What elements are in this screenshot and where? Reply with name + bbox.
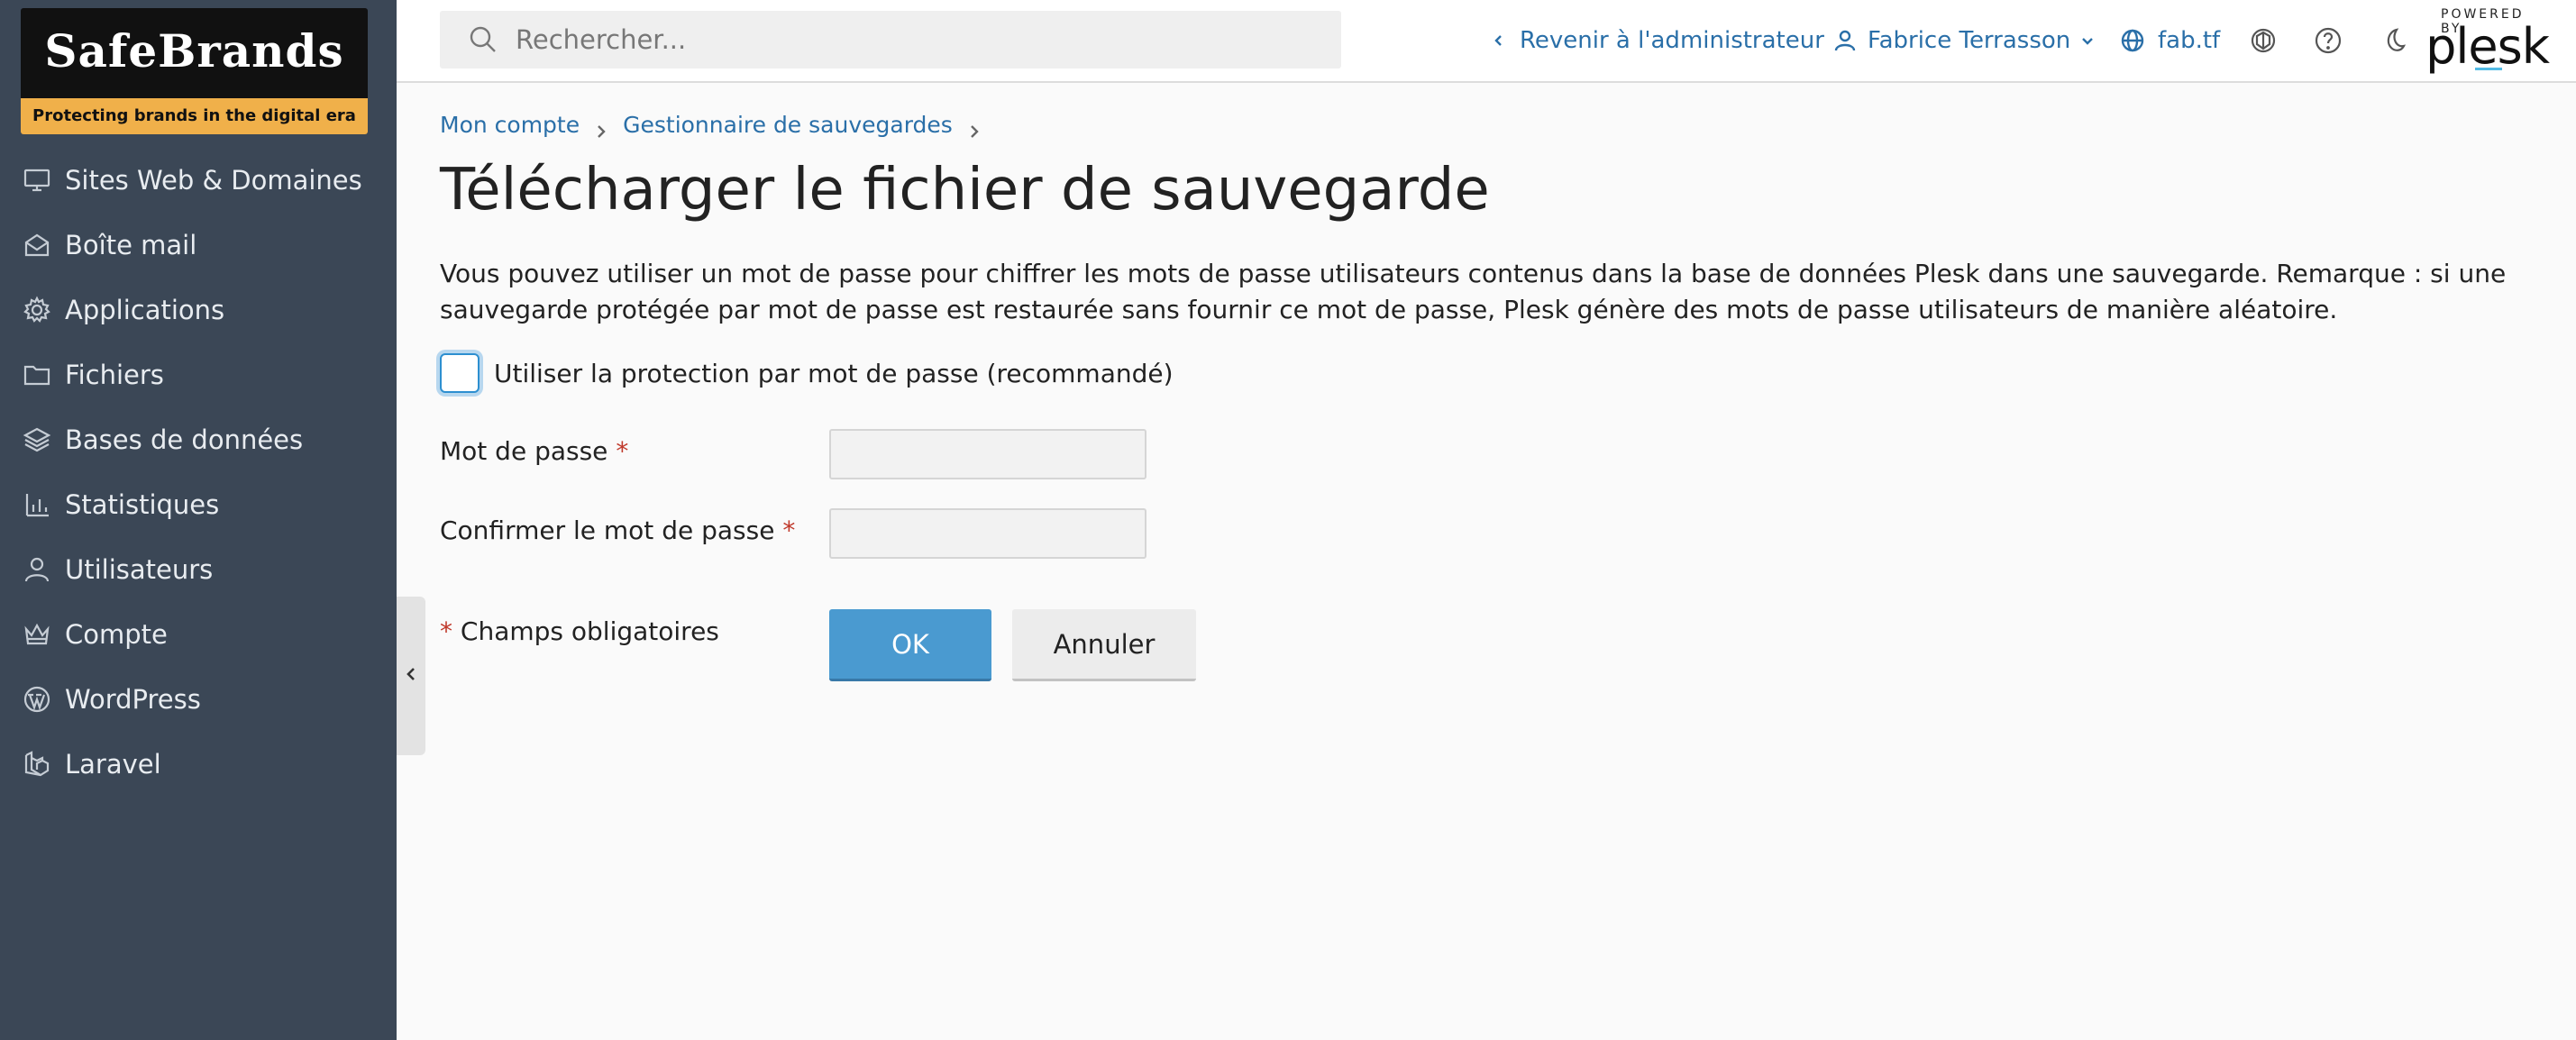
chevron-left-icon (403, 666, 419, 686)
user-menu[interactable]: Fabrice Terrasson (1833, 0, 2094, 81)
folder-icon (22, 360, 52, 390)
sidebar-item-label: Compte (65, 619, 168, 650)
sidebar-item-files[interactable]: Fichiers (0, 342, 397, 407)
sidebar-item-account[interactable]: Compte (0, 602, 397, 667)
chevron-left-icon (1493, 34, 1505, 47)
plesk-wordmark: plesk (2425, 18, 2550, 75)
required-fields-note: * Champs obligatoires (440, 616, 719, 646)
password-label: Mot de passe * (440, 436, 628, 466)
sidebar-item-label: Boîte mail (65, 230, 197, 260)
safebrands-logo[interactable]: SafeBrands Protecting brands in the digi… (21, 8, 368, 134)
help-icon[interactable] (2312, 24, 2344, 57)
sidebar-item-label: Applications (65, 295, 225, 325)
sidebar-item-websites[interactable]: Sites Web & Domaines (0, 148, 397, 213)
search-input[interactable] (516, 24, 1327, 55)
user-icon (22, 554, 52, 585)
sidebar-item-label: WordPress (65, 684, 201, 715)
sidebar-item-databases[interactable]: Bases de données (0, 407, 397, 472)
plesk-underline (2475, 68, 2502, 70)
page-title: Télécharger le fichier de sauvegarde (440, 157, 1490, 224)
mail-icon (22, 230, 52, 260)
sidebar-item-label: Statistiques (65, 489, 220, 520)
sidebar-item-label: Fichiers (65, 360, 164, 390)
chevron-right-icon (594, 118, 608, 138)
user-name: Fabrice Terrasson (1868, 27, 2071, 54)
chevron-right-icon (967, 118, 982, 138)
page-description: Vous pouvez utiliser un mot de passe pou… (440, 259, 2507, 324)
cancel-button[interactable]: Annuler (1012, 609, 1196, 681)
sidebar-item-label: Bases de données (65, 424, 304, 455)
sidebar-item-mail[interactable]: Boîte mail (0, 213, 397, 278)
globe-icon (2120, 28, 2145, 53)
sidebar-item-wordpress[interactable]: WordPress (0, 667, 397, 732)
bar-chart-icon (22, 489, 52, 520)
laravel-icon (22, 749, 52, 780)
sidebar-nav: Sites Web & Domaines Boîte mail Applicat… (0, 148, 397, 797)
breadcrumb-my-account[interactable]: Mon compte (440, 112, 580, 138)
sidebar-item-applications[interactable]: Applications (0, 278, 397, 342)
confirm-password-label-text: Confirmer le mot de passe (440, 515, 775, 545)
sidebar-item-statistics[interactable]: Statistiques (0, 472, 397, 537)
dark-mode-icon[interactable] (2377, 24, 2409, 57)
domain-label: fab.tf (2158, 27, 2221, 54)
required-marker: * (616, 436, 629, 466)
required-marker: * (782, 515, 796, 545)
breadcrumb: Mon compte Gestionnaire de sauvegardes (440, 112, 996, 138)
password-protection-checkbox[interactable] (440, 353, 480, 393)
search-icon (467, 23, 499, 56)
sidebar-item-label: Laravel (65, 749, 161, 780)
chevron-down-icon (2081, 34, 2094, 47)
top-bar: Revenir à l'administrateur Fabrice Terra… (397, 0, 2576, 83)
password-field[interactable] (829, 429, 1146, 479)
confirm-password-field[interactable] (829, 508, 1146, 559)
sidebar-item-users[interactable]: Utilisateurs (0, 537, 397, 602)
user-icon (1833, 29, 1857, 52)
logo-tagline: Protecting brands in the digital era (21, 98, 368, 134)
domain-link[interactable]: fab.tf (2120, 0, 2220, 81)
sidebar-item-label: Sites Web & Domaines (65, 165, 362, 196)
layers-icon (22, 424, 52, 455)
gear-icon (22, 295, 52, 325)
back-to-admin-label: Revenir à l'administrateur (1520, 27, 1824, 54)
monitor-icon (22, 165, 52, 196)
logo-text: SafeBrands (44, 24, 344, 78)
sidebar-item-laravel[interactable]: Laravel (0, 732, 397, 797)
password-label-text: Mot de passe (440, 436, 608, 466)
password-protection-label: Utiliser la protection par mot de passe … (494, 358, 1174, 388)
search-box[interactable] (440, 11, 1341, 68)
back-to-admin-link[interactable]: Revenir à l'administrateur (1493, 0, 1824, 81)
sidebar-collapse-button[interactable] (397, 597, 425, 755)
sidebar: SafeBrands Protecting brands in the digi… (0, 0, 397, 1040)
confirm-password-label: Confirmer le mot de passe * (440, 515, 795, 545)
breadcrumb-backup-manager[interactable]: Gestionnaire de sauvegardes (623, 112, 953, 138)
crown-icon (22, 619, 52, 650)
sidebar-item-label: Utilisateurs (65, 554, 214, 585)
required-marker: * (440, 616, 452, 646)
extensions-icon[interactable] (2247, 24, 2279, 57)
plesk-logo[interactable]: POWERED BY plesk (2425, 7, 2550, 76)
password-protection-option[interactable]: Utiliser la protection par mot de passe … (440, 353, 1174, 393)
ok-button[interactable]: OK (829, 609, 991, 681)
wordpress-icon (22, 684, 52, 715)
required-fields-text: Champs obligatoires (460, 616, 719, 646)
